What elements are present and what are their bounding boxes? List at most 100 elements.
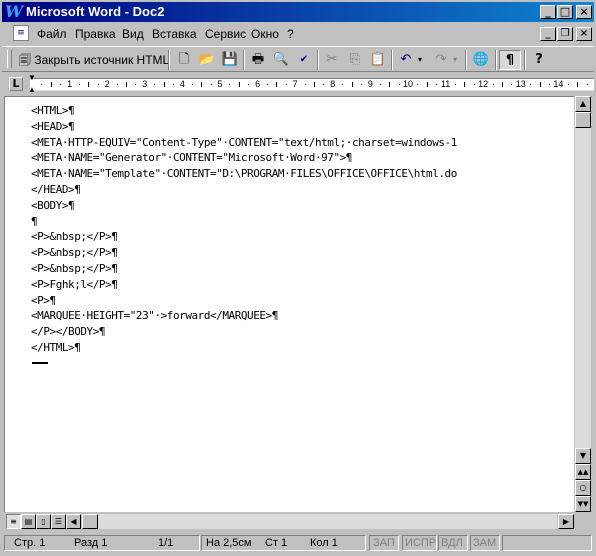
ruler-number: 4 (179, 79, 185, 89)
close-source-icon: 🗐 (19, 53, 31, 67)
save-icon[interactable]: 💾 (219, 50, 241, 70)
ruler-number: 7 (292, 79, 298, 89)
status-page: Стр. 1 (14, 537, 46, 549)
ruler-number: 3 (142, 79, 148, 89)
ruler-strip[interactable]: 1 2 3 4 5 6 7 8 9 10 11 12 13 14 (30, 78, 594, 91)
scroll-thumb[interactable] (575, 112, 591, 128)
document-line[interactable]: </P></BODY>¶ (31, 324, 106, 339)
ruler-number: 12 (478, 79, 489, 89)
close-html-source-label: Закрыть источник HTML (34, 53, 170, 67)
first-line-indent-marker[interactable]: ▼ (28, 74, 37, 82)
status-section: Разд 1 (74, 537, 108, 549)
toolbar-grip[interactable] (7, 50, 12, 68)
menu-bar: ≡ Файл Правка Вид Вставка Сервис Окно ? … (2, 23, 594, 45)
title-bar[interactable]: W Microsoft Word - Doc2 _ □ × (2, 2, 594, 22)
print-icon[interactable]: 🖶 (247, 50, 269, 70)
menu-window[interactable]: Окно (251, 27, 279, 41)
scroll-up-icon[interactable]: ▲ (575, 96, 591, 112)
doc-minimize-button[interactable]: _ (540, 27, 556, 41)
document-line[interactable]: <P>&nbsp;</P>¶ (31, 245, 118, 260)
document-area[interactable]: <HTML>¶ <HEAD>¶ <META·HTTP-EQUIV="Content-… (4, 96, 574, 512)
status-position: На 2,5см (206, 537, 252, 549)
paste-icon[interactable]: 📋 (367, 50, 389, 70)
redo-dropdown-icon[interactable]: ▾ (449, 50, 461, 70)
scroll-right-icon[interactable]: ▶ (558, 514, 574, 529)
normal-view-icon[interactable]: ≡ (6, 514, 21, 529)
document-line[interactable]: <META·HTTP-EQUIV="Content-Type"·CONTENT=… (31, 135, 457, 150)
minimize-button[interactable]: _ (540, 5, 556, 19)
page-layout-icon[interactable]: ▯ (36, 514, 51, 529)
word-app-icon[interactable]: W (5, 3, 23, 21)
scroll-down-icon[interactable]: ▼ (575, 448, 591, 464)
menu-help[interactable]: ? (287, 27, 294, 41)
document-line[interactable]: <P>¶ (31, 293, 56, 308)
new-document-icon[interactable]: 🗋 (173, 50, 195, 70)
outline-view-icon[interactable]: ☰ (51, 514, 66, 529)
status-extend[interactable]: ВДЛ (441, 537, 463, 550)
ruler-number: 11 (440, 79, 451, 89)
horizontal-scroll-thumb[interactable] (82, 514, 98, 529)
tab-selector[interactable]: L (9, 77, 23, 91)
menu-tools[interactable]: Сервис (205, 27, 246, 41)
cut-icon[interactable]: ✂ (321, 50, 343, 70)
status-column: Кол 1 (310, 537, 338, 549)
document-icon[interactable]: ≡ (13, 25, 29, 41)
doc-close-button[interactable]: × (576, 27, 592, 41)
menu-view[interactable]: Вид (122, 27, 144, 41)
left-indent-marker[interactable]: ▲ (28, 86, 37, 94)
document-line[interactable]: <P>Fghk;l</P>¶ (31, 277, 118, 292)
ruler-number: 1 (67, 79, 73, 89)
document-line[interactable]: ¶ (31, 214, 38, 229)
ruler-number: 8 (330, 79, 336, 89)
show-formatting-icon[interactable]: ¶ (499, 50, 521, 70)
spelling-icon[interactable]: ✔ (293, 50, 315, 70)
ruler-number: 14 (553, 79, 564, 89)
scroll-left-icon[interactable]: ◀ (66, 514, 81, 529)
online-layout-icon[interactable]: ▤ (21, 514, 36, 529)
copy-icon[interactable]: ⎘ (344, 50, 366, 70)
undo-dropdown-icon[interactable]: ▾ (414, 50, 426, 70)
vertical-scrollbar[interactable]: ▲ ▼ ▲▲ ○ ▼▼ (575, 96, 591, 512)
ruler-number: 9 (367, 79, 373, 89)
document-line[interactable]: <BODY>¶ (31, 198, 75, 213)
menu-file[interactable]: Файл (37, 27, 67, 41)
help-icon[interactable]: ? (528, 50, 550, 70)
menu-insert[interactable]: Вставка (152, 27, 197, 41)
document-line[interactable]: </HEAD>¶ (31, 182, 81, 197)
open-folder-icon[interactable]: 📂 (196, 50, 218, 70)
document-line[interactable]: <HEAD>¶ (31, 119, 75, 134)
next-page-icon[interactable]: ▼▼ (575, 496, 591, 512)
print-preview-icon[interactable]: 🔍 (270, 50, 292, 70)
document-line[interactable]: <HTML>¶ (31, 103, 75, 118)
status-track-changes[interactable]: ИСПР (405, 537, 436, 550)
close-html-source-button[interactable]: 🗐 Закрыть источник HTML (15, 50, 173, 70)
horizontal-scroll-area: ≡ ▤ ▯ ☰ ◀ ▶ (4, 513, 574, 530)
ruler-number: 13 (515, 79, 526, 89)
ruler-number: 10 (402, 79, 414, 89)
status-overtype[interactable]: ЗАМ (473, 537, 496, 550)
status-line: Ст 1 (265, 537, 288, 549)
standard-toolbar: 🗐 Закрыть источник HTML 🗋 📂 💾 🖶 🔍 ✔ ✂ ⎘ … (2, 46, 594, 72)
text-cursor (32, 362, 48, 364)
document-line[interactable]: <META·NAME="Template"·CONTENT="D:\PROGRA… (31, 166, 457, 181)
status-page-count: 1/1 (158, 537, 174, 549)
select-browse-object-icon[interactable]: ○ (575, 480, 591, 496)
document-line[interactable]: </HTML>¶ (31, 340, 81, 355)
document-line[interactable]: <META·NAME="Generator"·CONTENT="Microsof… (31, 150, 352, 165)
menu-edit[interactable]: Правка (75, 27, 116, 41)
horizontal-scrollbar-track[interactable] (82, 514, 557, 529)
document-line[interactable]: <MARQUEE·HEIGHT="23"·>forward</MARQUEE>¶ (31, 308, 278, 323)
ruler-number: 6 (255, 79, 261, 89)
previous-page-icon[interactable]: ▲▲ (575, 464, 591, 480)
ruler-number: 5 (217, 79, 223, 89)
close-button[interactable]: × (576, 5, 592, 19)
horizontal-ruler[interactable]: L 1 2 3 4 5 6 7 8 9 10 11 12 13 14 ▼ ▲ (2, 74, 594, 94)
status-bar: Стр. 1 Разд 1 1/1 На 2,5см Ст 1 Кол 1 ЗА… (2, 533, 594, 553)
status-record-macro[interactable]: ЗАП (373, 537, 395, 550)
doc-restore-button[interactable]: ❐ (557, 27, 573, 41)
document-line[interactable]: <P>&nbsp;</P>¶ (31, 229, 118, 244)
document-line[interactable]: <P>&nbsp;</P>¶ (31, 261, 118, 276)
web-browse-icon[interactable]: 🌐 (470, 50, 492, 70)
window-title: Microsoft Word - Doc2 (26, 4, 165, 19)
maximize-button[interactable]: □ (557, 5, 573, 19)
